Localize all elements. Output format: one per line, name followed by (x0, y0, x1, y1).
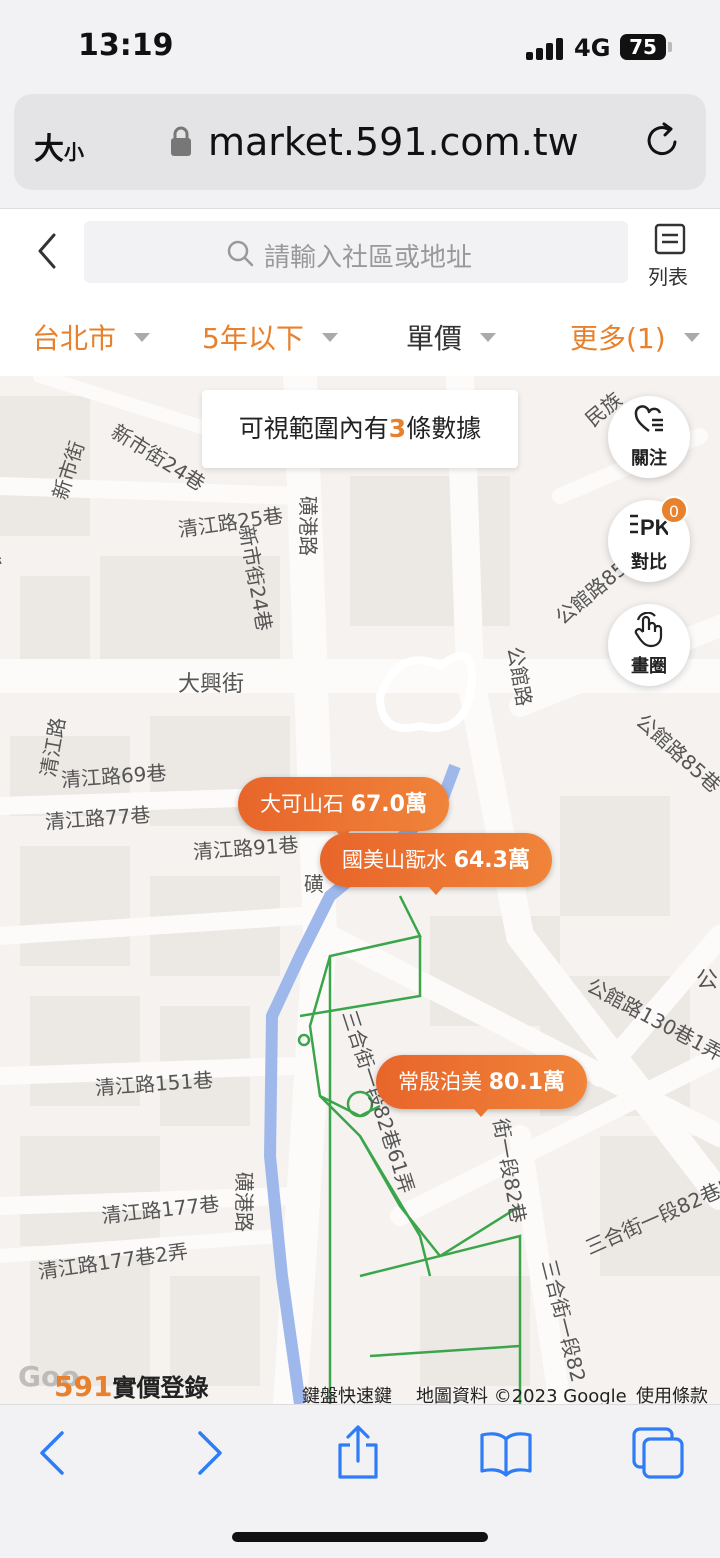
listing-name: 大可山石 (260, 792, 344, 816)
back-arrow-icon[interactable] (30, 231, 66, 271)
caret-down-icon (321, 332, 338, 342)
listing-pin[interactable]: 常殷泊美 80.1萬 (376, 1055, 587, 1117)
list-icon (654, 223, 686, 255)
filter-city[interactable]: 台北市 (32, 317, 151, 357)
hand-draw-icon (634, 612, 663, 648)
address-bar[interactable]: 大小 market.591.com.tw (14, 94, 706, 190)
search-placeholder: 請輸入社區或地址 (264, 243, 473, 273)
count-number: 3 (388, 414, 407, 443)
network-type: 4G (574, 34, 611, 62)
listing-name: 國美山翫水 (342, 848, 447, 872)
lock-icon (171, 126, 191, 156)
text-size-button[interactable]: 大小 (34, 124, 84, 168)
home-indicator (232, 1532, 488, 1542)
listing-price: 80.1萬 (488, 1070, 565, 1095)
browser-forward-icon[interactable] (180, 1425, 236, 1481)
tabs-icon[interactable] (630, 1425, 686, 1481)
app-header: 請輸入社區或地址 列表 台北市 5年以下 單價 更多(1) (0, 208, 720, 376)
street-label: 磺港路 (296, 496, 320, 556)
text-size-large: 大 (34, 132, 64, 167)
battery-cap (668, 42, 672, 52)
compare-label: 對比 (631, 552, 667, 573)
filter-unit-price[interactable]: 單價 (406, 317, 497, 357)
filter-unit-price-label: 單價 (406, 322, 463, 355)
brand-text: 實價登錄 (112, 1374, 209, 1402)
bookmarks-icon[interactable] (478, 1425, 534, 1481)
filter-city-label: 台北市 (32, 322, 117, 355)
text-size-small: 小 (64, 140, 84, 164)
draw-label: 畫圈 (631, 656, 667, 677)
compare-count-badge: 0 (660, 496, 688, 524)
listing-price: 67.0萬 (350, 792, 427, 817)
status-time: 13:19 (78, 28, 174, 63)
caret-down-icon (480, 332, 497, 342)
count-suffix: 條數據 (406, 414, 482, 443)
caret-down-icon (683, 332, 700, 342)
street-label: 磺 (304, 872, 324, 896)
street-label: 大興街 (178, 672, 245, 697)
list-view-button[interactable]: 列表 (644, 223, 700, 291)
listing-name: 常殷泊美 (398, 1070, 482, 1094)
list-label: 列表 (648, 265, 688, 289)
filter-more-label: 更多(1) (570, 322, 666, 355)
filter-age[interactable]: 5年以下 (202, 317, 338, 357)
status-bar: 13:19 4G 75 (0, 0, 720, 92)
filter-age-label: 5年以下 (202, 322, 304, 355)
street-label: 磺港路 (232, 1172, 256, 1232)
brand-number: 591 (54, 1370, 113, 1403)
draw-circle-button[interactable]: 畫圈 (608, 604, 690, 686)
filter-more[interactable]: 更多(1) (570, 317, 700, 357)
heart-list-icon (634, 405, 663, 432)
search-input[interactable]: 請輸入社區或地址 (84, 221, 628, 283)
follow-label: 關注 (631, 448, 667, 469)
visible-count-banner: 可視範圍內有3條數據 (202, 390, 518, 468)
url-text[interactable]: market.591.com.tw (208, 120, 579, 164)
listing-pin[interactable]: 國美山翫水 64.3萬 (320, 833, 552, 895)
reload-icon[interactable] (642, 120, 682, 160)
caret-down-icon (134, 332, 151, 342)
follow-button[interactable]: 關注 (608, 396, 690, 478)
signal-icon (526, 38, 564, 60)
street-label: 公 (696, 968, 719, 993)
share-icon[interactable] (330, 1425, 386, 1481)
battery-icon: 75 (620, 34, 666, 60)
listing-price: 64.3萬 (453, 848, 530, 873)
map-view[interactable]: 新市街24巷 新市街 清江路25巷 新市街24巷 磺港路 大興街 清江路 清江路… (0, 376, 720, 1404)
search-icon (227, 240, 254, 267)
brand-label: 591實價登錄 (54, 1368, 208, 1403)
count-prefix: 可視範圍內有 (238, 414, 389, 443)
browser-back-icon[interactable] (26, 1425, 82, 1481)
listing-pin[interactable]: 大可山石 67.0萬 (238, 777, 449, 839)
